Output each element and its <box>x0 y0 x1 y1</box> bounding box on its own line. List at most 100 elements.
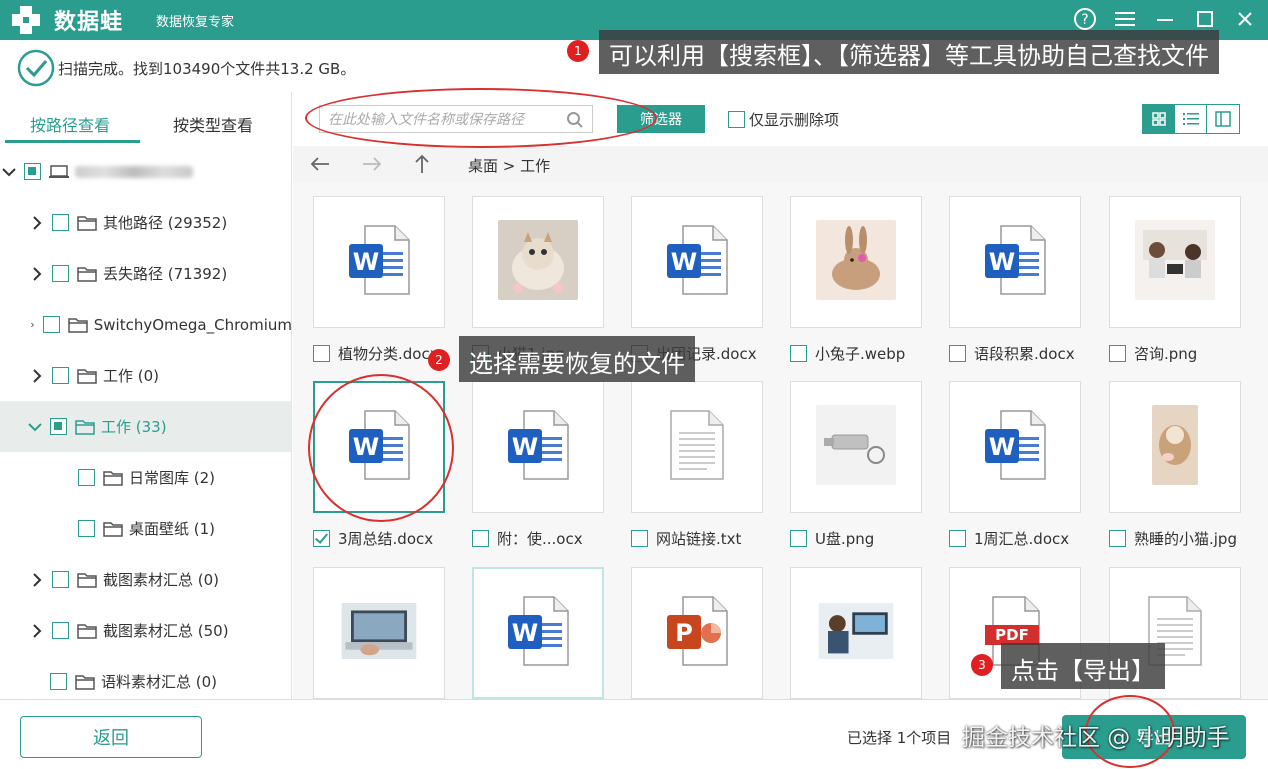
file-label[interactable]: 小兔子.webp <box>790 342 950 364</box>
tree-checkbox[interactable] <box>52 214 69 231</box>
drive-icon <box>49 164 69 178</box>
word-file-icon: W <box>506 595 570 671</box>
svg-text:W: W <box>989 433 1015 461</box>
tree-item-work-33[interactable]: 工作 (33) <box>0 401 291 452</box>
file-card[interactable] <box>790 381 922 513</box>
chevron-right-icon[interactable] <box>30 266 44 281</box>
file-name: 1周汇总.docx <box>974 529 1070 548</box>
chevron-right-icon[interactable] <box>30 623 44 638</box>
tree-root-drive[interactable] <box>0 146 291 197</box>
file-checkbox[interactable] <box>313 344 330 362</box>
grid-view-icon[interactable] <box>1143 105 1175 133</box>
tree-checkbox[interactable] <box>52 367 69 384</box>
up-arrow-icon[interactable] <box>410 152 434 176</box>
list-view-icon[interactable] <box>1175 105 1207 133</box>
file-card[interactable]: W <box>472 381 604 513</box>
image-thumbnail <box>816 220 896 304</box>
chevron-down-icon[interactable] <box>28 420 42 434</box>
file-card[interactable] <box>1109 381 1241 513</box>
file-card[interactable]: W <box>472 567 604 699</box>
forward-arrow-icon[interactable] <box>360 152 384 176</box>
tree-item-daily-gallery[interactable]: 日常图库 (2) <box>0 452 291 503</box>
deleted-only-checkbox[interactable] <box>728 111 745 128</box>
svg-text:W: W <box>512 619 538 647</box>
chevron-right-icon[interactable] <box>30 318 35 332</box>
tree-item-corpus[interactable]: 语料素材汇总 (0) <box>0 656 291 699</box>
tree-checkbox[interactable] <box>52 265 69 282</box>
file-name: 附：使...ocx <box>497 529 583 548</box>
file-checkbox[interactable] <box>1109 344 1126 362</box>
file-label[interactable]: U盘.png <box>790 527 950 549</box>
drive-name-redacted <box>75 165 193 178</box>
tree-item-switchyomega[interactable]: SwitchyOmega_Chromium <box>0 299 291 350</box>
file-checkbox[interactable] <box>313 529 330 547</box>
hint-badge-3: 3 <box>971 654 993 676</box>
svg-text:W: W <box>512 433 538 461</box>
file-card[interactable] <box>472 196 604 328</box>
breadcrumb[interactable]: 桌面 > 工作 <box>468 155 550 176</box>
file-label[interactable]: 附：使...ocx <box>472 527 632 549</box>
file-checkbox[interactable] <box>472 529 489 547</box>
tree-checkbox[interactable] <box>42 316 60 333</box>
tree-checkbox[interactable] <box>78 520 95 537</box>
sidebar-tabs: 按路径查看 按类型查看 <box>0 92 291 146</box>
close-icon[interactable] <box>1232 6 1258 32</box>
chevron-right-icon[interactable] <box>30 215 44 230</box>
tree-checkbox[interactable] <box>50 418 67 435</box>
file-card[interactable] <box>313 567 445 699</box>
file-label[interactable]: 3周总结.docx <box>313 527 473 549</box>
file-name: 熟睡的小猫.jpg <box>1134 529 1237 548</box>
file-card[interactable] <box>790 196 922 328</box>
file-card[interactable]: W <box>631 196 763 328</box>
file-card[interactable] <box>631 381 763 513</box>
tree-checkbox[interactable] <box>50 673 67 690</box>
file-checkbox[interactable] <box>790 529 807 547</box>
file-card[interactable] <box>790 567 922 699</box>
chevron-right-icon[interactable] <box>30 572 44 587</box>
file-card[interactable]: W <box>313 196 445 328</box>
detail-view-icon[interactable] <box>1207 105 1239 133</box>
maximize-icon[interactable] <box>1192 6 1218 32</box>
tree-item-other-paths[interactable]: 其他路径 (29352) <box>0 197 291 248</box>
file-checkbox[interactable] <box>790 344 807 362</box>
minimize-icon[interactable] <box>1152 6 1178 32</box>
file-card[interactable] <box>1109 196 1241 328</box>
file-card[interactable]: W <box>949 381 1081 513</box>
folder-icon <box>77 266 97 282</box>
tree-checkbox[interactable] <box>52 571 69 588</box>
tree-item-wallpaper[interactable]: 桌面壁纸 (1) <box>0 503 291 554</box>
hint-badge-2: 2 <box>428 349 450 371</box>
file-label[interactable]: 1周汇总.docx <box>949 527 1109 549</box>
chevron-down-icon[interactable] <box>2 165 16 179</box>
file-label[interactable]: 熟睡的小猫.jpg <box>1109 527 1268 549</box>
tab-by-path[interactable]: 按路径查看 <box>30 112 110 136</box>
file-card[interactable]: P <box>631 567 763 699</box>
file-checkbox[interactable] <box>949 344 966 362</box>
back-arrow-icon[interactable] <box>308 152 332 176</box>
tree-checkbox[interactable] <box>78 469 95 486</box>
tree-item-work-0[interactable]: 工作 (0) <box>0 350 291 401</box>
tree-item-screenshots-50[interactable]: 截图素材汇总 (50) <box>0 605 291 656</box>
navigation-bar: 桌面 > 工作 <box>293 146 1268 182</box>
deleted-only-toggle[interactable]: 仅显示删除项 <box>728 109 839 130</box>
tree-item-screenshots-0[interactable]: 截图素材汇总 (0) <box>0 554 291 605</box>
chevron-right-icon[interactable] <box>30 368 44 383</box>
tree-checkbox[interactable] <box>52 622 69 639</box>
menu-icon[interactable] <box>1112 6 1138 32</box>
file-checkbox[interactable] <box>631 529 648 547</box>
tree-checkbox[interactable] <box>24 163 41 180</box>
tab-by-type[interactable]: 按类型查看 <box>173 112 253 136</box>
svg-text:P: P <box>675 619 693 647</box>
sidebar: 按路径查看 按类型查看 其他路径 (29352) 丢失路径 (71392) Sw… <box>0 92 292 699</box>
file-card[interactable]: W <box>949 196 1081 328</box>
back-button[interactable]: 返回 <box>20 716 202 758</box>
word-file-icon: W <box>347 224 411 300</box>
file-label[interactable]: 网站链接.txt <box>631 527 791 549</box>
help-icon[interactable]: ? <box>1072 6 1098 32</box>
file-checkbox[interactable] <box>949 529 966 547</box>
tree-item-lost-paths[interactable]: 丢失路径 (71392) <box>0 248 291 299</box>
file-label[interactable]: 语段积累.docx <box>949 342 1109 364</box>
file-checkbox[interactable] <box>1109 529 1126 547</box>
svg-text:W: W <box>353 248 379 276</box>
file-label[interactable]: 咨询.png <box>1109 342 1268 364</box>
